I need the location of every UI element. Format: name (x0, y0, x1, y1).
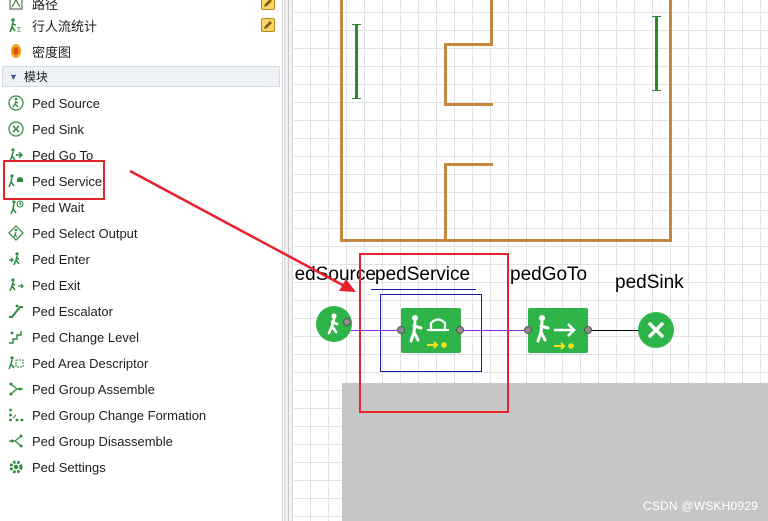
palette-item-label: Ped Sink (32, 121, 85, 137)
wall-top-segment (490, 0, 493, 46)
palette-item-label: Ped Wait (32, 199, 85, 215)
wall-notch-lower-top (444, 163, 493, 166)
palette-item-label: Ped Group Assemble (32, 381, 155, 397)
barrier-right[interactable] (652, 16, 661, 91)
palette-item-label: Ped Enter (32, 251, 90, 267)
wall-notch-upper-side (444, 43, 447, 106)
wall-left (340, 0, 343, 242)
pencil-icon[interactable] (261, 18, 275, 32)
path-icon (8, 0, 24, 11)
palette-item-ped-change-level[interactable]: Ped Change Level (0, 324, 283, 350)
ped-source-out-port[interactable] (343, 318, 351, 326)
palette-item-ped-group-disassemble[interactable]: Ped Group Disassemble (0, 428, 283, 454)
highlight-box-ped-service-block (359, 253, 509, 413)
palette-item-ped-select-output[interactable]: Ped Select Output (0, 220, 283, 246)
ped-go-to-out-port[interactable] (584, 326, 592, 334)
ped-source-icon (8, 95, 24, 111)
palette-item-ped-sink[interactable]: Ped Sink (0, 116, 283, 142)
palette-item-label: Ped Source (32, 95, 100, 111)
ped-wait-icon (8, 199, 24, 215)
ped-sink-label: pedSink (615, 272, 684, 293)
svg-text:Σ: Σ (17, 27, 22, 33)
palette-item-label: Ped Settings (32, 459, 106, 475)
pencil-icon[interactable] (261, 0, 275, 10)
ped-go-to-block[interactable] (528, 308, 588, 353)
palette-item-label: Ped Escalator (32, 303, 113, 319)
ped-go-to-label: pedGoTo (510, 264, 588, 285)
wall-right (669, 0, 672, 242)
ped-group-change-formation-icon (8, 407, 24, 423)
palette-item-ped-exit[interactable]: Ped Exit (0, 272, 283, 298)
ped-settings-icon (8, 459, 24, 475)
palette-item-ped-escalator[interactable]: Ped Escalator (0, 298, 283, 324)
panel-splitter[interactable] (284, 0, 293, 521)
ped-sink-icon (8, 121, 24, 137)
palette-item-label: Ped Group Change Formation (32, 407, 207, 423)
ped-select-output-icon (8, 225, 24, 241)
highlight-box-ped-service (3, 160, 105, 200)
watermark-text: CSDN @WSKH0929 (642, 499, 758, 513)
ped-flow-statistics-icon: Σ (8, 17, 24, 33)
ped-enter-icon (8, 251, 24, 267)
ped-exit-icon (8, 277, 24, 293)
palette-item-label: Ped Change Level (32, 329, 139, 345)
ped-group-disassemble-icon (8, 433, 24, 449)
wall-notch-upper-top (444, 43, 493, 46)
ped-sink-block[interactable] (638, 312, 674, 348)
wall-notch-lower-side (444, 163, 447, 241)
palette-item-ped-group-change-formation[interactable]: Ped Group Change Formation (0, 402, 283, 428)
section-header-modules[interactable]: ▼ 模块 (2, 66, 280, 87)
palette-item-label: Ped Exit (32, 277, 81, 293)
barrier-left[interactable] (352, 24, 361, 99)
collapse-triangle-icon[interactable]: ▼ (9, 72, 18, 82)
connector-goto-sink[interactable] (589, 330, 639, 331)
palette-item-ped-settings[interactable]: Ped Settings (0, 454, 283, 480)
palette-item-label: 密度图 (32, 44, 72, 60)
palette-item-label: Ped Area Descriptor (32, 355, 149, 371)
ped-escalator-icon (8, 303, 24, 319)
palette-item-ped-area-descriptor[interactable]: Ped Area Descriptor (0, 350, 283, 376)
palette-panel: 路径 Σ 行人流统计 密度图 ▼ 模块 Ped Source Ped Sink … (0, 0, 283, 521)
wall-bottom (340, 239, 672, 242)
palette-item-ped-group-assemble[interactable]: Ped Group Assemble (0, 376, 283, 402)
palette-item-ped-flow-statistics[interactable]: Σ 行人流统计 (0, 12, 283, 38)
model-canvas[interactable]: pedSource pedService pedGoTo pedSink (294, 0, 768, 521)
ped-group-assemble-icon (8, 381, 24, 397)
section-header-label: 模块 (23, 70, 48, 84)
density-map-icon (8, 43, 24, 59)
palette-item-label: Ped Select Output (32, 225, 138, 241)
ped-go-to-in-port[interactable] (524, 326, 532, 334)
ped-area-descriptor-icon (8, 355, 24, 371)
palette-item-label: 路径 (32, 0, 59, 12)
palette-item-density-map[interactable]: 密度图 (0, 38, 283, 64)
palette-item-ped-enter[interactable]: Ped Enter (0, 246, 283, 272)
wall-notch-upper-bottom (444, 103, 493, 106)
ped-go-to-block-icon (536, 315, 576, 350)
ped-change-level-icon (8, 329, 24, 345)
close-x-icon (648, 322, 664, 338)
palette-item-ped-source[interactable]: Ped Source (0, 90, 283, 116)
palette-item-label: 行人流统计 (32, 18, 98, 34)
palette-item-label: Ped Group Disassemble (32, 433, 173, 449)
